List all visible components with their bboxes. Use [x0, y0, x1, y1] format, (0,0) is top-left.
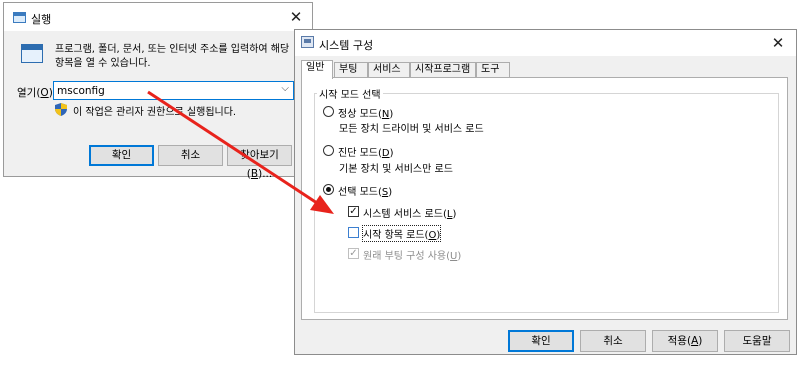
apply-label: 적용( — [667, 335, 692, 347]
run-app-icon — [13, 12, 26, 23]
diagnostic-startup-radio[interactable] — [323, 145, 334, 156]
tab-boot[interactable]: 부팅 — [334, 62, 368, 78]
run-ok-button[interactable]: 확인 — [89, 145, 154, 166]
tab-services[interactable]: 서비스 — [368, 62, 410, 78]
normal-startup-desc: 모든 장치 드라이버 및 서비스 로드 — [339, 124, 484, 135]
diagnostic-startup-end: ) — [389, 148, 394, 159]
normal-startup-label[interactable]: 정상 모드(N) — [338, 105, 393, 120]
run-title: 실행 — [31, 13, 52, 26]
apply-label-end: ) — [698, 335, 703, 347]
load-system-services-end: ) — [452, 209, 457, 220]
diagnostic-startup-text: 진단 모드( — [338, 148, 382, 159]
open-label-key: O — [40, 87, 49, 99]
normal-startup-radio[interactable] — [323, 106, 334, 117]
browse-label-end: )... — [258, 168, 273, 180]
open-combobox[interactable]: ⌵ — [53, 81, 294, 100]
sc-titlebar: 시스템 구성 ✕ — [295, 30, 796, 56]
use-original-boot-end: ) — [457, 251, 462, 262]
sc-ok-button[interactable]: 확인 — [508, 330, 574, 352]
selective-startup-end: ) — [388, 187, 393, 198]
help-button[interactable]: 도움말 — [724, 330, 790, 352]
chevron-down-icon[interactable]: ⌵ — [281, 83, 289, 94]
tab-tools[interactable]: 도구 — [476, 62, 510, 78]
close-icon[interactable]: ✕ — [770, 35, 786, 51]
load-system-services-checkbox[interactable]: ✓ — [348, 206, 359, 217]
use-original-boot-checkbox: ✓ — [348, 248, 359, 259]
load-startup-items-checkbox[interactable] — [348, 227, 359, 238]
load-startup-items-end: ) — [436, 230, 441, 241]
use-original-boot-text: 원래 부팅 구성 사용( — [363, 251, 451, 262]
tab-startup[interactable]: 시작프로그램 — [410, 62, 476, 78]
close-icon[interactable]: ✕ — [288, 9, 304, 25]
run-description: 프로그램, 폴더, 문서, 또는 인터넷 주소를 입력하여 해당 항목을 열 수… — [55, 44, 290, 69]
run-cancel-button[interactable]: 취소 — [158, 145, 223, 166]
run-dialog: 실행 ✕ 프로그램, 폴더, 문서, 또는 인터넷 주소를 입력하여 해당 항목… — [3, 2, 313, 180]
load-startup-items-label[interactable]: 시작 항목 로드(O) — [361, 225, 442, 242]
load-system-services-text: 시스템 서비스 로드( — [363, 209, 447, 220]
selective-startup-radio[interactable] — [323, 184, 334, 195]
diagnostic-startup-key: D — [381, 148, 390, 159]
general-tab-panel: 시작 모드 선택 정상 모드(N) 모든 장치 드라이버 및 서비스 로드 진단… — [301, 77, 788, 320]
browse-button[interactable]: 찾아보기(B)... — [227, 145, 292, 180]
open-label: 열기(O): — [17, 85, 56, 100]
normal-startup-end: ) — [389, 109, 394, 120]
run-program-icon — [21, 44, 43, 63]
uac-shield-icon — [55, 103, 67, 116]
selective-startup-text: 선택 모드( — [338, 187, 382, 198]
diagnostic-startup-label[interactable]: 진단 모드(D) — [338, 144, 394, 159]
load-startup-items-text: 시작 항목 로드( — [363, 230, 429, 241]
open-input[interactable] — [57, 83, 269, 98]
group-title: 시작 모드 선택 — [317, 86, 383, 101]
use-original-boot-label: 원래 부팅 구성 사용(U) — [363, 247, 461, 262]
system-configuration-window: 시스템 구성 ✕ 일반 부팅 서비스 시작프로그램 도구 시작 모드 선택 정상… — [294, 29, 797, 355]
normal-startup-text: 정상 모드( — [338, 109, 382, 120]
diagnostic-startup-desc: 기본 장치 및 서비스만 로드 — [339, 164, 453, 175]
apply-button[interactable]: 적용(A) — [652, 330, 718, 352]
admin-note: 이 작업은 관리자 권한으로 실행됩니다. — [73, 107, 237, 118]
system-configuration-icon — [301, 36, 314, 48]
sc-title: 시스템 구성 — [319, 39, 374, 52]
selective-startup-label[interactable]: 선택 모드(S) — [338, 183, 392, 198]
run-titlebar: 실행 ✕ — [4, 3, 312, 31]
sc-cancel-button[interactable]: 취소 — [580, 330, 646, 352]
open-label-text: 열기( — [17, 87, 41, 99]
tab-general[interactable]: 일반 — [301, 60, 333, 79]
load-system-services-label[interactable]: 시스템 서비스 로드(L) — [363, 205, 456, 220]
